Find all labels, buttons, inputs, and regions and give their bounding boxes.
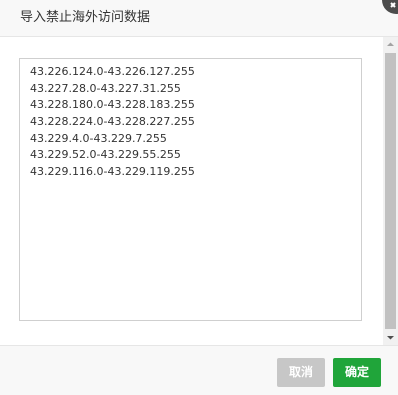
scroll-thumb[interactable] xyxy=(385,53,396,329)
ip-range-line: 43.229.4.0-43.229.7.255 xyxy=(30,131,167,145)
ip-range-line: 43.226.124.0-43.226.127.255 xyxy=(30,65,195,78)
chevron-up-icon xyxy=(387,42,394,46)
ip-range-line: 43.228.224.0-43.228.227.255 xyxy=(30,115,195,129)
close-button[interactable] xyxy=(382,0,398,14)
chevron-down-icon xyxy=(387,336,394,340)
dialog-header: 导入禁止海外访问数据 xyxy=(0,0,398,37)
ip-range-line: 43.227.28.0-43.227.31.255 xyxy=(30,81,181,95)
scroll-down-button[interactable] xyxy=(383,330,398,345)
import-dialog: 导入禁止海外访问数据 43.226.124.0-43.226.127.255 4… xyxy=(0,0,398,395)
close-icon xyxy=(390,2,396,8)
dialog-scrollbar[interactable] xyxy=(383,37,398,345)
cancel-button[interactable]: 取消 xyxy=(277,358,325,387)
ip-range-line: 43.229.116.0-43.229.119.255 xyxy=(30,165,195,179)
ip-range-line: 43.229.52.0-43.229.55.255 xyxy=(30,148,181,162)
scroll-up-button[interactable] xyxy=(383,37,398,52)
dialog-title: 导入禁止海外访问数据 xyxy=(20,10,151,25)
dialog-body: 43.226.124.0-43.226.127.255 43.227.28.0-… xyxy=(0,37,398,345)
confirm-button[interactable]: 确定 xyxy=(333,358,381,387)
dialog-footer: 取消 确定 xyxy=(0,345,398,395)
ip-range-line: 43.228.180.0-43.228.183.255 xyxy=(30,98,195,112)
ip-list-textarea[interactable]: 43.226.124.0-43.226.127.255 43.227.28.0-… xyxy=(19,58,362,321)
